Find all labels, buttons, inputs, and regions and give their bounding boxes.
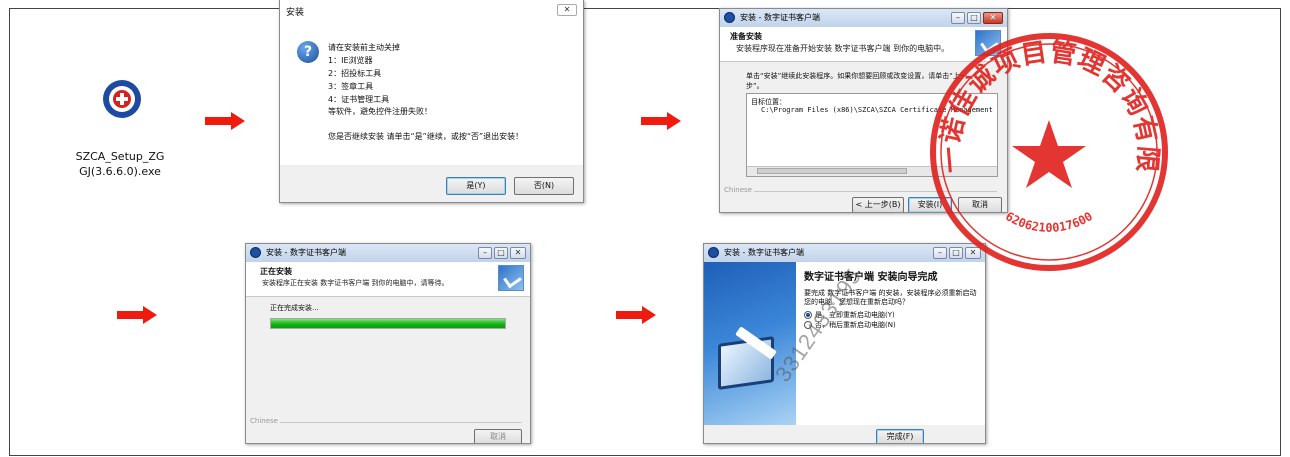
brand-label: Chinese [250,417,280,425]
minimize-button[interactable]: – [478,247,492,259]
yes-button[interactable]: 是(Y) [446,177,506,195]
finish-heading: 数字证书客户端 安装向导完成 [804,272,938,283]
brand-label: Chinese [724,186,754,194]
ready-dialog-title: 安装 - 数字证书客户端 [740,13,820,22]
arrow-right-icon [641,112,681,130]
svg-text:6206210017600: 6206210017600 [1003,209,1095,235]
warning-prompt: 您是否继续安装 请单击“是”继续，或按“否”退出安装！ [328,132,524,141]
ready-heading: 准备安装 [730,32,762,41]
seal-number: 6206210017600 [1003,209,1095,235]
finish-dialog-title: 安装 - 数字证书客户端 [724,248,804,257]
finish-button[interactable]: 完成(F) [876,429,924,443]
warning-item: 2：招投标工具 [328,69,382,78]
close-button[interactable]: ✕ [510,247,526,259]
maximize-button[interactable]: □ [967,12,981,24]
progress-bar [270,318,506,329]
minimize-button[interactable]: – [951,12,965,24]
warning-note: 等软件，避免控件注册失败！ [328,107,432,116]
star-icon [1012,120,1086,188]
installer-file[interactable]: SZCA_Setup_ZG GJ(3.6.6.0).exe [74,62,166,182]
warning-item: 1：IE浏览器 [328,56,373,65]
company-seal: 甘肃一诺佳诚项目管理咨询有限公司 6206210017600 [921,24,1168,271]
ready-subheading: 安装程序现在准备开始安装 数字证书客户端 到你的电脑中。 [736,44,950,53]
arrow-right-icon [117,306,157,324]
question-icon: ? [297,41,319,63]
wizard-sidebar-image [704,262,796,425]
arrow-right-icon [205,112,245,130]
szca-logo-icon [103,80,141,118]
progress-dialog-title: 安装 - 数字证书客户端 [266,248,346,257]
ready-instruction: 步”。 [746,82,764,90]
progress-status: 正在完成安装... [270,304,319,312]
warning-dialog: 安装 ✕ ? 请在安装前主动关掉 1：IE浏览器 2：招投标工具 3：签章工具 … [279,0,584,203]
warning-item: 3：签章工具 [328,82,374,91]
installer-filename-line1: SZCA_Setup_ZG [75,150,165,163]
maximize-button[interactable]: □ [494,247,508,259]
arrow-right-icon [616,306,656,324]
app-icon [250,247,261,258]
close-button[interactable]: ✕ [983,12,1003,24]
progress-heading: 正在安装 [260,267,292,276]
close-button[interactable]: ✕ [557,4,577,16]
app-icon [724,12,735,23]
app-icon [708,247,719,258]
warning-item: 4：证书管理工具 [328,95,390,104]
progress-subheading: 安装程序正在安装 数字证书客户端 到你的电脑中，请等待。 [262,279,449,287]
no-button[interactable]: 否(N) [514,177,574,195]
progress-bar-fill [271,319,505,328]
cancel-button[interactable]: 取消 [474,429,522,443]
installer-filename-line2: GJ(3.6.6.0).exe [79,165,161,178]
setup-banner-icon [498,265,524,291]
back-button[interactable]: < 上一步(B) [852,197,904,212]
warning-intro: 请在安装前主动关掉 [328,43,400,52]
progress-dialog: 安装 - 数字证书客户端 – □ ✕ 正在安装 安装程序正在安装 数字证书客户端… [245,243,531,444]
warning-dialog-title: 安装 [286,8,305,18]
